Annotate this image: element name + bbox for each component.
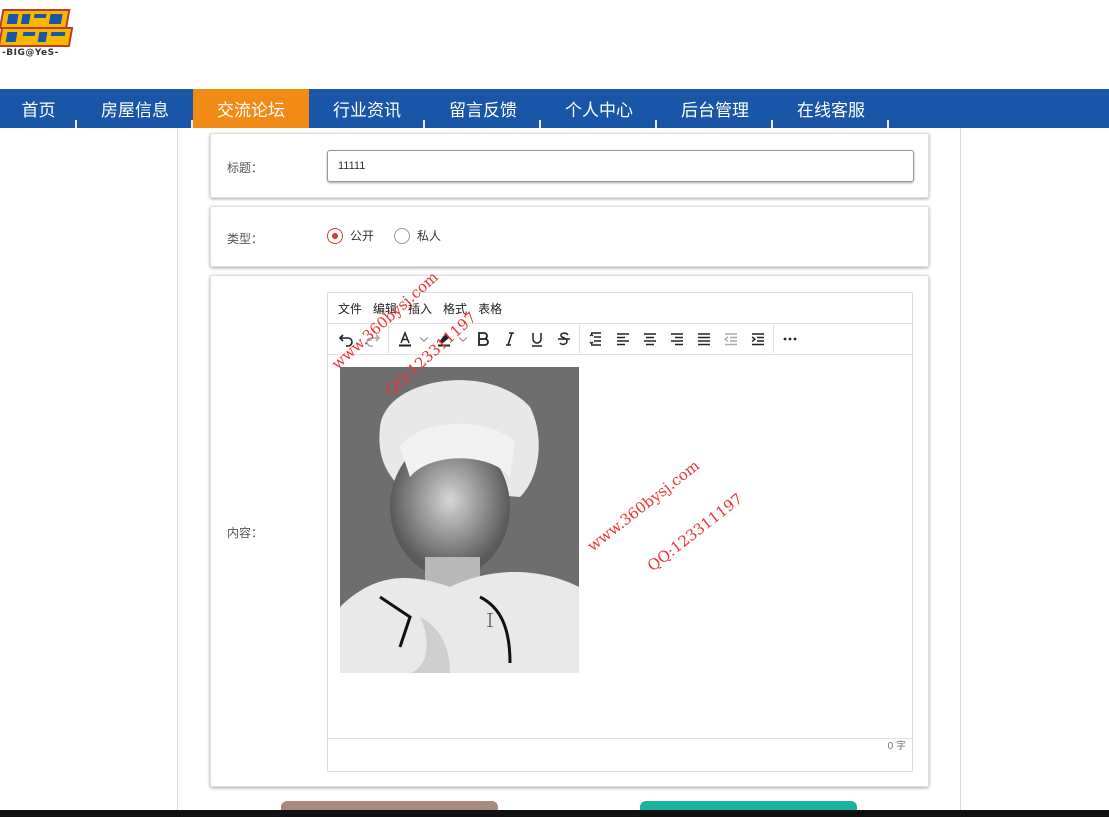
undo-icon[interactable] xyxy=(332,326,359,352)
rich-text-editor: 文件 编辑 插入 格式 表格 0 字 xyxy=(327,292,913,772)
italic-icon[interactable] xyxy=(496,326,523,352)
nav-item-industry-news[interactable]: 行业资讯 xyxy=(309,89,425,128)
radio-private-label[interactable]: 私人 xyxy=(417,227,441,244)
highlight-color-icon[interactable] xyxy=(430,326,457,352)
type-row: 类型： 公开 私人 xyxy=(210,206,929,267)
more-icon[interactable] xyxy=(776,326,803,352)
type-label: 类型： xyxy=(227,232,264,246)
menu-file[interactable]: 文件 xyxy=(338,300,362,317)
type-radio-group: 公开 私人 xyxy=(327,227,461,244)
title-row: 标题： xyxy=(210,133,929,198)
main-nav: 首页 房屋信息 交流论坛 行业资讯 留言反馈 个人中心 后台管理 在线客服 xyxy=(0,89,1109,128)
nav-item-label: 后台管理 xyxy=(681,101,749,120)
nav-item-forum[interactable]: 交流论坛 xyxy=(193,89,309,128)
nav-item-label: 交流论坛 xyxy=(217,101,285,120)
nav-item-home[interactable]: 首页 xyxy=(0,89,77,128)
nav-item-label: 行业资讯 xyxy=(333,101,401,120)
text-cursor-icon xyxy=(487,613,493,627)
menu-insert[interactable]: 插入 xyxy=(408,300,432,317)
radio-public[interactable] xyxy=(327,227,343,244)
align-justify-icon[interactable] xyxy=(690,326,717,352)
menu-table[interactable]: 表格 xyxy=(478,300,502,317)
content-row: 内容： 文件 编辑 插入 格式 表格 0 字 xyxy=(210,275,929,787)
menu-edit[interactable]: 编辑 xyxy=(373,300,397,317)
nav-item-label: 房屋信息 xyxy=(101,101,169,120)
bold-icon[interactable] xyxy=(469,326,496,352)
align-right-icon[interactable] xyxy=(663,326,690,352)
editor-content-area[interactable]: 0 字 xyxy=(328,355,912,755)
outdent-icon[interactable] xyxy=(717,326,744,352)
editor-menubar: 文件 编辑 插入 格式 表格 xyxy=(328,293,912,324)
nav-item-customer-service[interactable]: 在线客服 xyxy=(773,89,889,128)
align-center-icon[interactable] xyxy=(636,326,663,352)
nav-item-label: 在线客服 xyxy=(797,101,865,120)
content-label: 内容： xyxy=(227,526,264,540)
text-color-icon[interactable] xyxy=(391,326,418,352)
indent-icon[interactable] xyxy=(744,326,771,352)
radio-public-label[interactable]: 公开 xyxy=(350,227,374,244)
redo-icon[interactable] xyxy=(359,326,386,352)
bottom-bar xyxy=(0,810,1109,817)
strikethrough-icon[interactable] xyxy=(550,326,577,352)
nav-item-house-info[interactable]: 房屋信息 xyxy=(77,89,193,128)
radio-private[interactable] xyxy=(394,227,411,244)
title-label: 标题： xyxy=(227,161,264,175)
chevron-down-icon[interactable] xyxy=(457,326,469,352)
editor-toolbar xyxy=(328,324,912,355)
nav-item-label: 个人中心 xyxy=(565,101,633,120)
nav-item-feedback[interactable]: 留言反馈 xyxy=(425,89,541,128)
word-count: 0 字 xyxy=(328,738,912,755)
nav-item-admin[interactable]: 后台管理 xyxy=(657,89,773,128)
chevron-down-icon[interactable] xyxy=(418,326,430,352)
line-height-icon[interactable] xyxy=(582,326,609,352)
title-input[interactable] xyxy=(327,150,914,182)
align-left-icon[interactable] xyxy=(609,326,636,352)
page: -BIG@YeS- 首页 房屋信息 交流论坛 行业资讯 留言反馈 个人中心 后台… xyxy=(0,0,1109,817)
content-frame-left xyxy=(177,128,178,817)
nav-item-user-center[interactable]: 个人中心 xyxy=(541,89,657,128)
menu-format[interactable]: 格式 xyxy=(443,300,467,317)
nav-item-label: 留言反馈 xyxy=(449,101,517,120)
nav-item-label: 首页 xyxy=(21,101,56,120)
content-frame-right xyxy=(960,128,961,817)
logo-caption: -BIG@YeS- xyxy=(2,48,59,58)
underline-icon[interactable] xyxy=(523,326,550,352)
inserted-photo[interactable] xyxy=(340,367,579,673)
